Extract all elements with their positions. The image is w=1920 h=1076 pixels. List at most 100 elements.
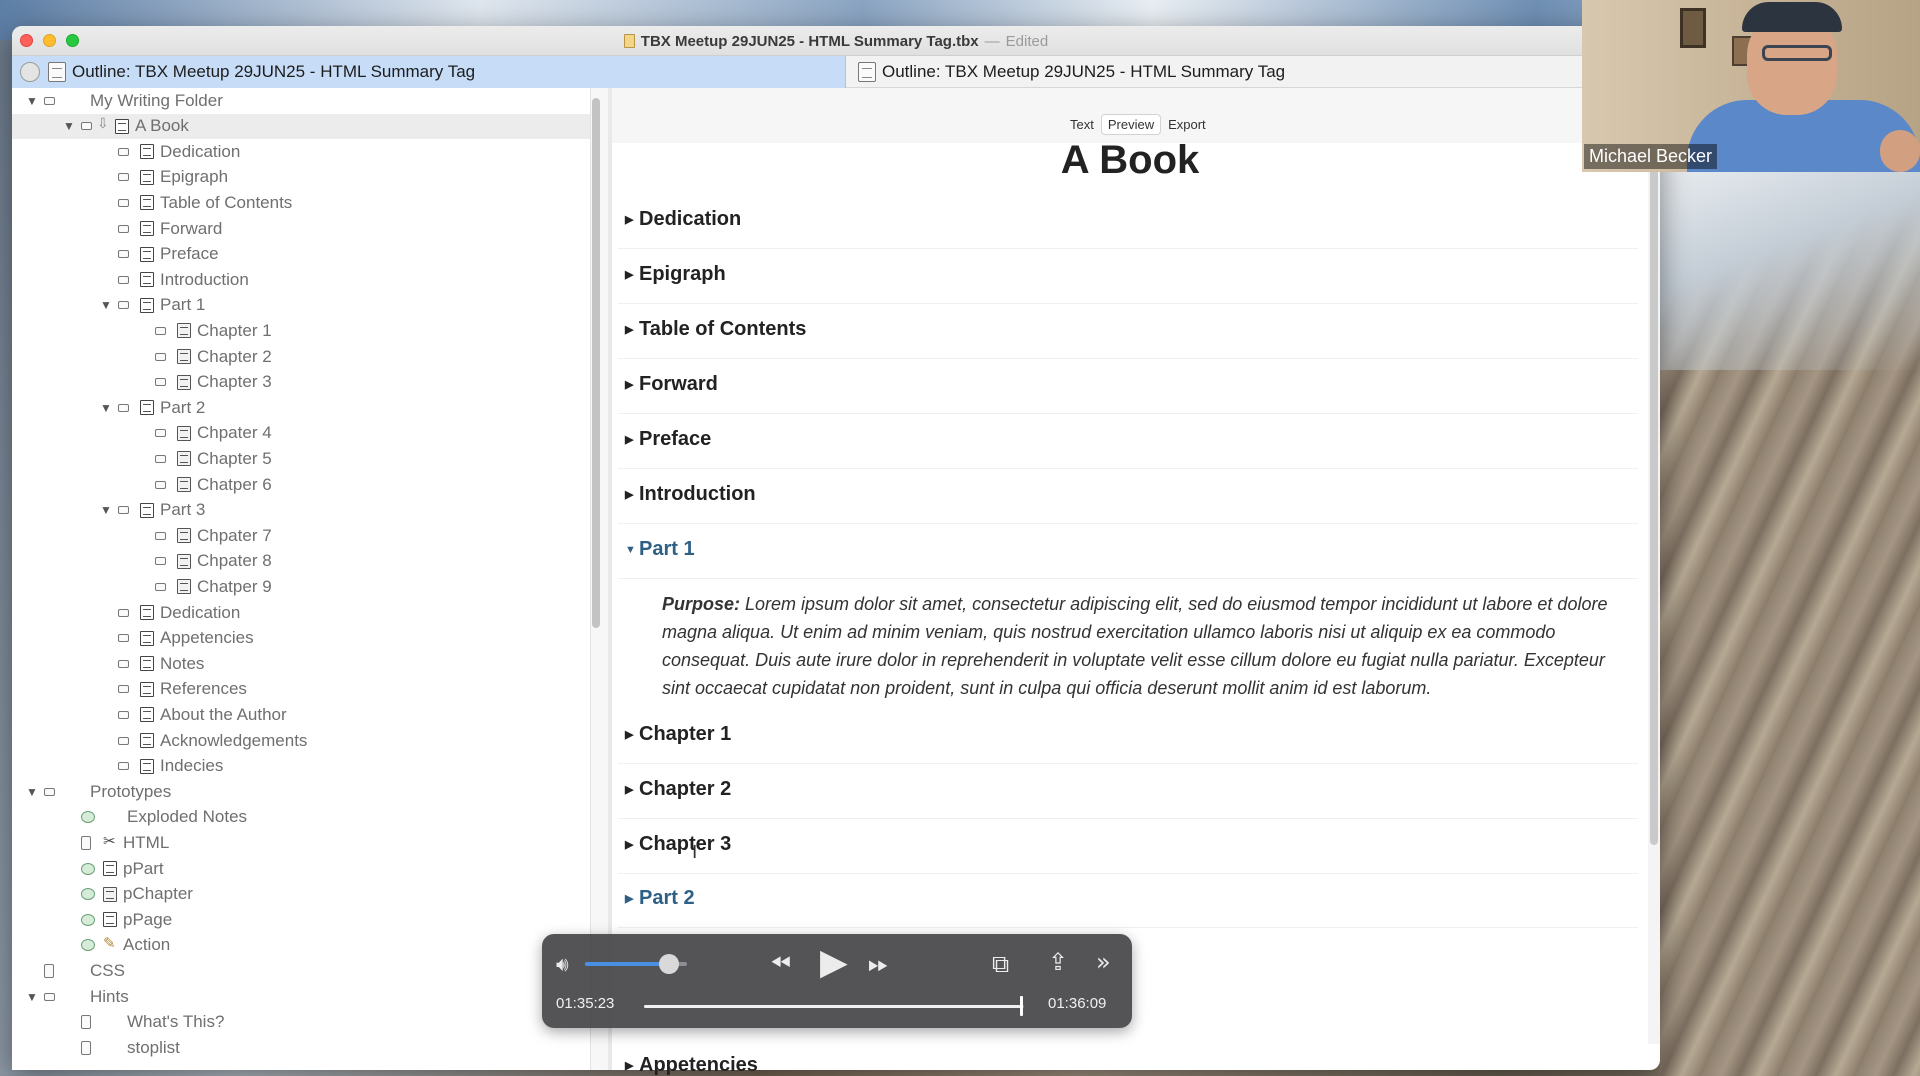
outline-row[interactable]: Chpater 7 [12, 523, 590, 548]
outline-row-label: References [160, 679, 247, 699]
document-icon [140, 195, 154, 211]
note-badge-icon [44, 96, 55, 105]
outline-row[interactable]: Epigraph [12, 165, 590, 190]
mode-text-button[interactable]: Text [1063, 114, 1101, 135]
arrow-down-icon [97, 115, 111, 134]
preview-section[interactable]: ▶ Epigraph [625, 263, 726, 286]
preview-section[interactable]: ▶ Table of Contents [625, 318, 806, 341]
playback-head[interactable] [1019, 996, 1023, 1016]
preview-section[interactable]: ▶ Chapter 1 [625, 723, 731, 746]
history-nav-icon[interactable] [20, 62, 40, 82]
outline-row[interactable]: stoplist [12, 1035, 590, 1060]
outline-row[interactable]: ▼ Prototypes [12, 779, 590, 804]
preview-section[interactable]: ▶ Preface [625, 428, 711, 451]
outline-row[interactable]: ▼ Hints [12, 984, 590, 1009]
outline-row[interactable]: Chapter 5 [12, 446, 590, 471]
tab-outline-left[interactable]: Outline: TBX Meetup 29JUN25 - HTML Summa… [12, 56, 846, 88]
outline-row[interactable]: What's This? [12, 1010, 590, 1035]
participant-glasses [1762, 45, 1832, 61]
preview-section[interactable]: ▶ Introduction [625, 483, 756, 506]
caret-right-icon: ▶ [625, 324, 634, 336]
outline-row[interactable]: Notes [12, 651, 590, 676]
disclosure-triangle-icon[interactable]: ▼ [100, 401, 112, 415]
outline-row[interactable]: ▼ A Book [12, 113, 590, 139]
more-icon[interactable]: » [1096, 948, 1111, 976]
outline-row[interactable]: Acknowledgements [12, 728, 590, 753]
outline-row[interactable]: Chpater 4 [12, 421, 590, 446]
mode-export-button[interactable]: Export [1161, 114, 1213, 135]
preview-scroll-thumb[interactable] [1650, 100, 1658, 845]
preview-section[interactable]: ▶ Dedication [625, 208, 741, 231]
disclosure-triangle-icon[interactable]: ▼ [26, 785, 38, 799]
outline-row[interactable]: Table of Contents [12, 190, 590, 215]
note-badge-icon [118, 173, 129, 182]
outline-row[interactable]: Chpater 8 [12, 549, 590, 574]
outline-row[interactable]: ▼ Part 1 [12, 293, 590, 318]
note-badge-icon [155, 454, 166, 463]
outline-row[interactable]: Preface [12, 242, 590, 267]
outline-row[interactable]: pChapter [12, 882, 590, 907]
outline-row[interactable]: Chatper 6 [12, 472, 590, 497]
document-proxy-icon[interactable] [623, 34, 635, 48]
play-icon[interactable]: ▶ [820, 942, 848, 983]
disclosure-triangle-icon[interactable]: ▼ [100, 298, 112, 312]
share-icon[interactable]: ⇪ [1048, 948, 1068, 976]
outline-row[interactable]: Appetencies [12, 626, 590, 651]
document-icon [140, 656, 154, 672]
preview-section[interactable]: ▶ Forward [625, 373, 718, 396]
outline-row[interactable]: ▼ Part 2 [12, 395, 590, 420]
document-icon [140, 221, 154, 236]
outline-row[interactable]: Chapter 3 [12, 370, 590, 395]
purpose-paragraph: Purpose: Lorem ipsum dolor sit amet, con… [662, 590, 1622, 702]
participant-hand [1880, 130, 1920, 172]
fast-forward-icon[interactable]: ⏩︎ [868, 949, 889, 980]
disclosure-triangle-icon[interactable]: ▼ [26, 94, 38, 108]
outline-row-label: pPart [123, 858, 164, 878]
note-badge-icon [81, 939, 95, 952]
outline-row[interactable]: Forward [12, 216, 590, 241]
outline-row[interactable]: Chapter 1 [12, 318, 590, 343]
rewind-icon[interactable]: ⏪︎ [770, 949, 791, 980]
outline-row[interactable]: HTML [12, 830, 590, 855]
outline-row[interactable]: References [12, 677, 590, 702]
section-label: Chapter 1 [639, 723, 732, 745]
outline-row[interactable]: pPart [12, 856, 590, 881]
outline-row-label: Acknowledgements [160, 730, 308, 750]
outline-row[interactable]: About the Author [12, 702, 590, 727]
note-badge-icon [81, 835, 91, 850]
document-icon [140, 733, 154, 748]
outline-row[interactable]: Indecies [12, 754, 590, 779]
outline-scroll-thumb[interactable] [592, 98, 600, 628]
note-badge-icon [118, 634, 129, 643]
outline-row[interactable]: pPage [12, 907, 590, 932]
disclosure-caret-icon: ▶ [625, 1060, 634, 1072]
outline-row[interactable]: ▼ Part 3 [12, 498, 590, 523]
preview-section[interactable]: ▶ Chapter 3 [625, 833, 731, 856]
outline-row[interactable]: Action [12, 933, 590, 958]
outline-row-label: Chapter 2 [197, 346, 272, 366]
preview-section[interactable]: ▶ Part 2 [625, 887, 695, 910]
preview-section[interactable]: ▼ Part 1 [625, 538, 695, 561]
picture-in-picture-icon[interactable]: ⧉ [992, 950, 1009, 978]
disclosure-triangle-icon[interactable]: ▼ [100, 503, 112, 517]
mode-preview-button[interactable]: Preview [1100, 113, 1162, 135]
volume-knob[interactable] [658, 954, 679, 974]
disclosure-triangle-icon[interactable]: ▼ [26, 990, 38, 1004]
partial-section-appetencies[interactable]: ▶ Appetencies [625, 1054, 758, 1076]
outline-row[interactable]: ▼ My Writing Folder [12, 88, 590, 113]
caret-right-icon: ▶ [625, 893, 634, 905]
outline-row-label: Chatper 9 [197, 576, 272, 596]
outline-row[interactable]: Dedication [12, 600, 590, 625]
outline-row[interactable]: Dedication [12, 139, 590, 164]
tab-outline-right[interactable]: Outline: TBX Meetup 29JUN25 - HTML Summa… [846, 56, 1660, 88]
speaker-icon[interactable]: 🔊︎ [556, 952, 569, 976]
section-label: Introduction [639, 483, 756, 505]
outline-row[interactable]: Chapter 2 [12, 344, 590, 369]
disclosure-triangle-icon[interactable]: ▼ [63, 119, 75, 133]
preview-section[interactable]: ▶ Chapter 2 [625, 778, 731, 801]
outline-row[interactable]: Introduction [12, 267, 590, 292]
outline-row[interactable]: Chatper 9 [12, 574, 590, 599]
outline-row[interactable]: CSS [12, 958, 590, 983]
outline-row-label: HTML [123, 832, 170, 852]
outline-row[interactable]: Exploded Notes [12, 805, 590, 830]
